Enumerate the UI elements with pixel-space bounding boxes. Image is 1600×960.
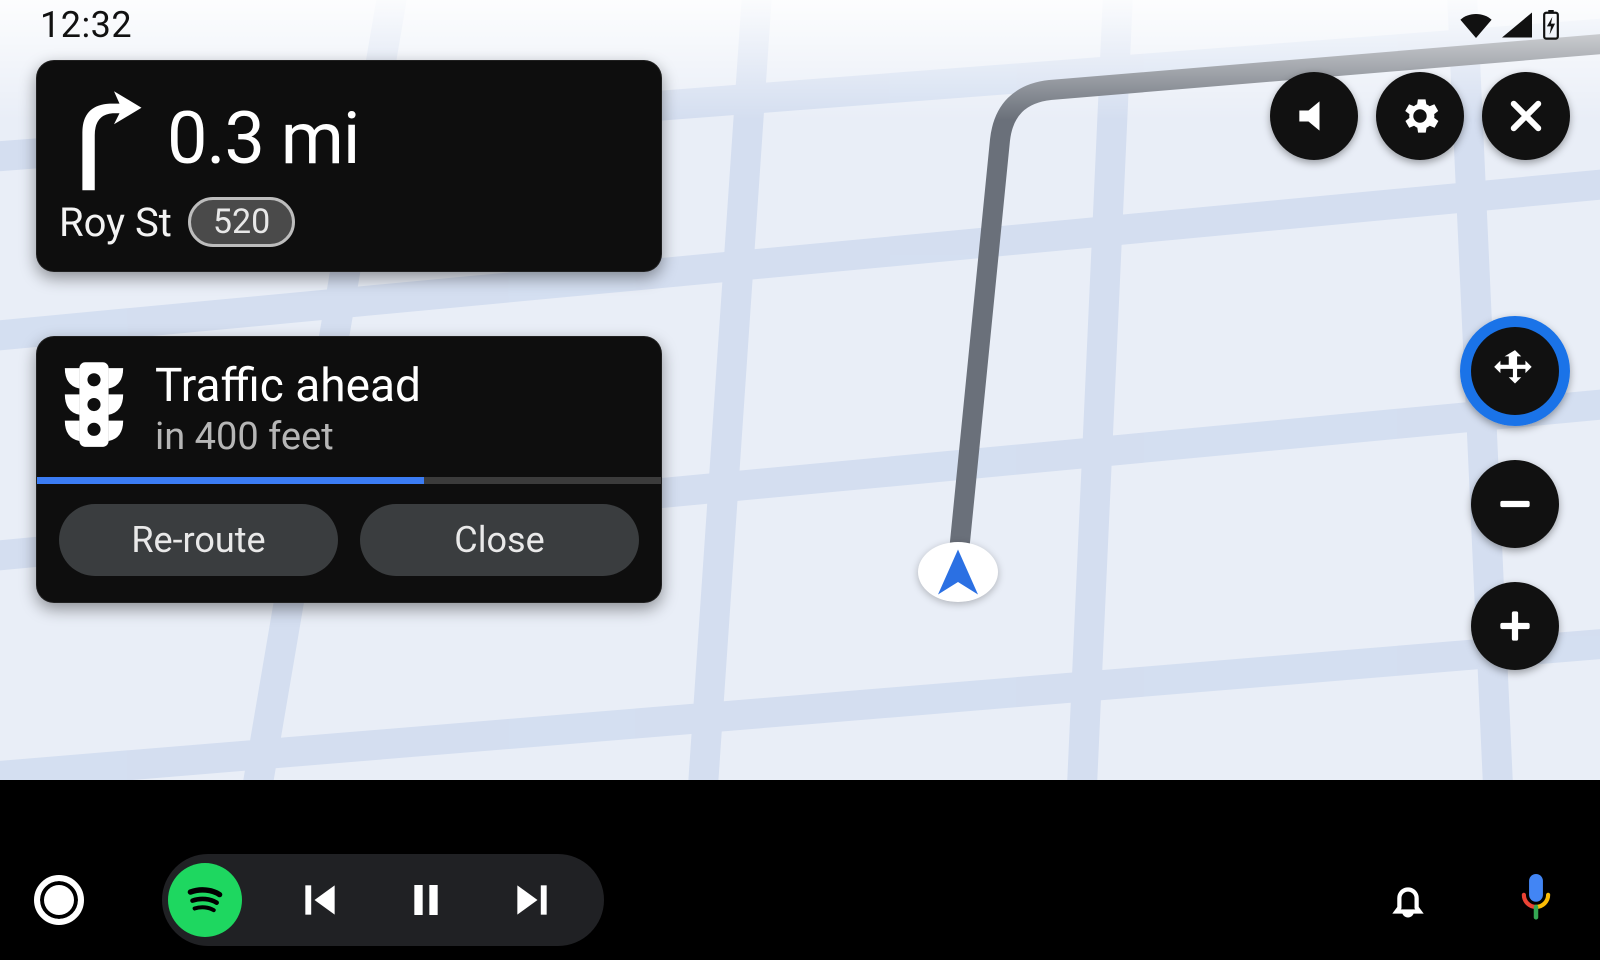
cell-signal-icon (1502, 12, 1532, 38)
clock: 12:32 (40, 4, 132, 46)
map-zoom-controls (1460, 316, 1570, 670)
close-alert-button[interactable]: Close (360, 504, 639, 576)
battery-charging-icon (1542, 10, 1560, 40)
zoom-out-button[interactable] (1471, 460, 1559, 548)
media-controls (162, 854, 604, 946)
alert-subtitle: in 400 feet (155, 415, 421, 459)
map-action-row (1270, 72, 1570, 160)
notifications-button[interactable] (1378, 877, 1438, 923)
mute-button[interactable] (1270, 72, 1358, 160)
turn-distance: 0.3 mi (167, 96, 359, 181)
next-track-icon (510, 878, 554, 922)
plus-icon (1493, 604, 1537, 648)
traffic-alert-card: Traffic ahead in 400 feet Re-route Close (36, 336, 662, 603)
turn-card: 0.3 mi Roy St 520 (36, 60, 662, 272)
pan-icon (1490, 346, 1540, 396)
status-bar: 12:32 (0, 0, 1600, 50)
pause-icon (406, 878, 446, 922)
bell-icon (1385, 877, 1431, 923)
close-nav-button[interactable] (1482, 72, 1570, 160)
gear-icon (1397, 93, 1443, 139)
close-icon (1505, 95, 1547, 137)
settings-button[interactable] (1376, 72, 1464, 160)
voice-button[interactable] (1506, 874, 1566, 926)
home-button[interactable] (34, 875, 84, 925)
mic-icon (1515, 874, 1557, 926)
bottom-bar (0, 840, 1600, 960)
prev-track-icon (298, 878, 342, 922)
pan-button[interactable] (1460, 316, 1570, 426)
current-location-marker (918, 542, 998, 602)
wifi-icon (1460, 12, 1492, 38)
mute-icon (1292, 94, 1336, 138)
minus-icon (1493, 482, 1537, 526)
spotify-app-icon[interactable] (168, 863, 242, 937)
alert-progress-fill (37, 477, 424, 484)
next-track-button[interactable] (504, 878, 560, 922)
pause-button[interactable] (398, 878, 454, 922)
turn-street: Roy St (59, 199, 172, 246)
alert-progress (37, 477, 661, 484)
reroute-button[interactable]: Re-route (59, 504, 338, 576)
alert-title: Traffic ahead (155, 359, 421, 413)
traffic-light-icon (59, 359, 129, 453)
spotify-icon (180, 875, 230, 925)
status-icons (1460, 10, 1560, 40)
turn-right-icon (59, 83, 147, 193)
route-badge: 520 (188, 197, 295, 247)
zoom-in-button[interactable] (1471, 582, 1559, 670)
prev-track-button[interactable] (292, 878, 348, 922)
